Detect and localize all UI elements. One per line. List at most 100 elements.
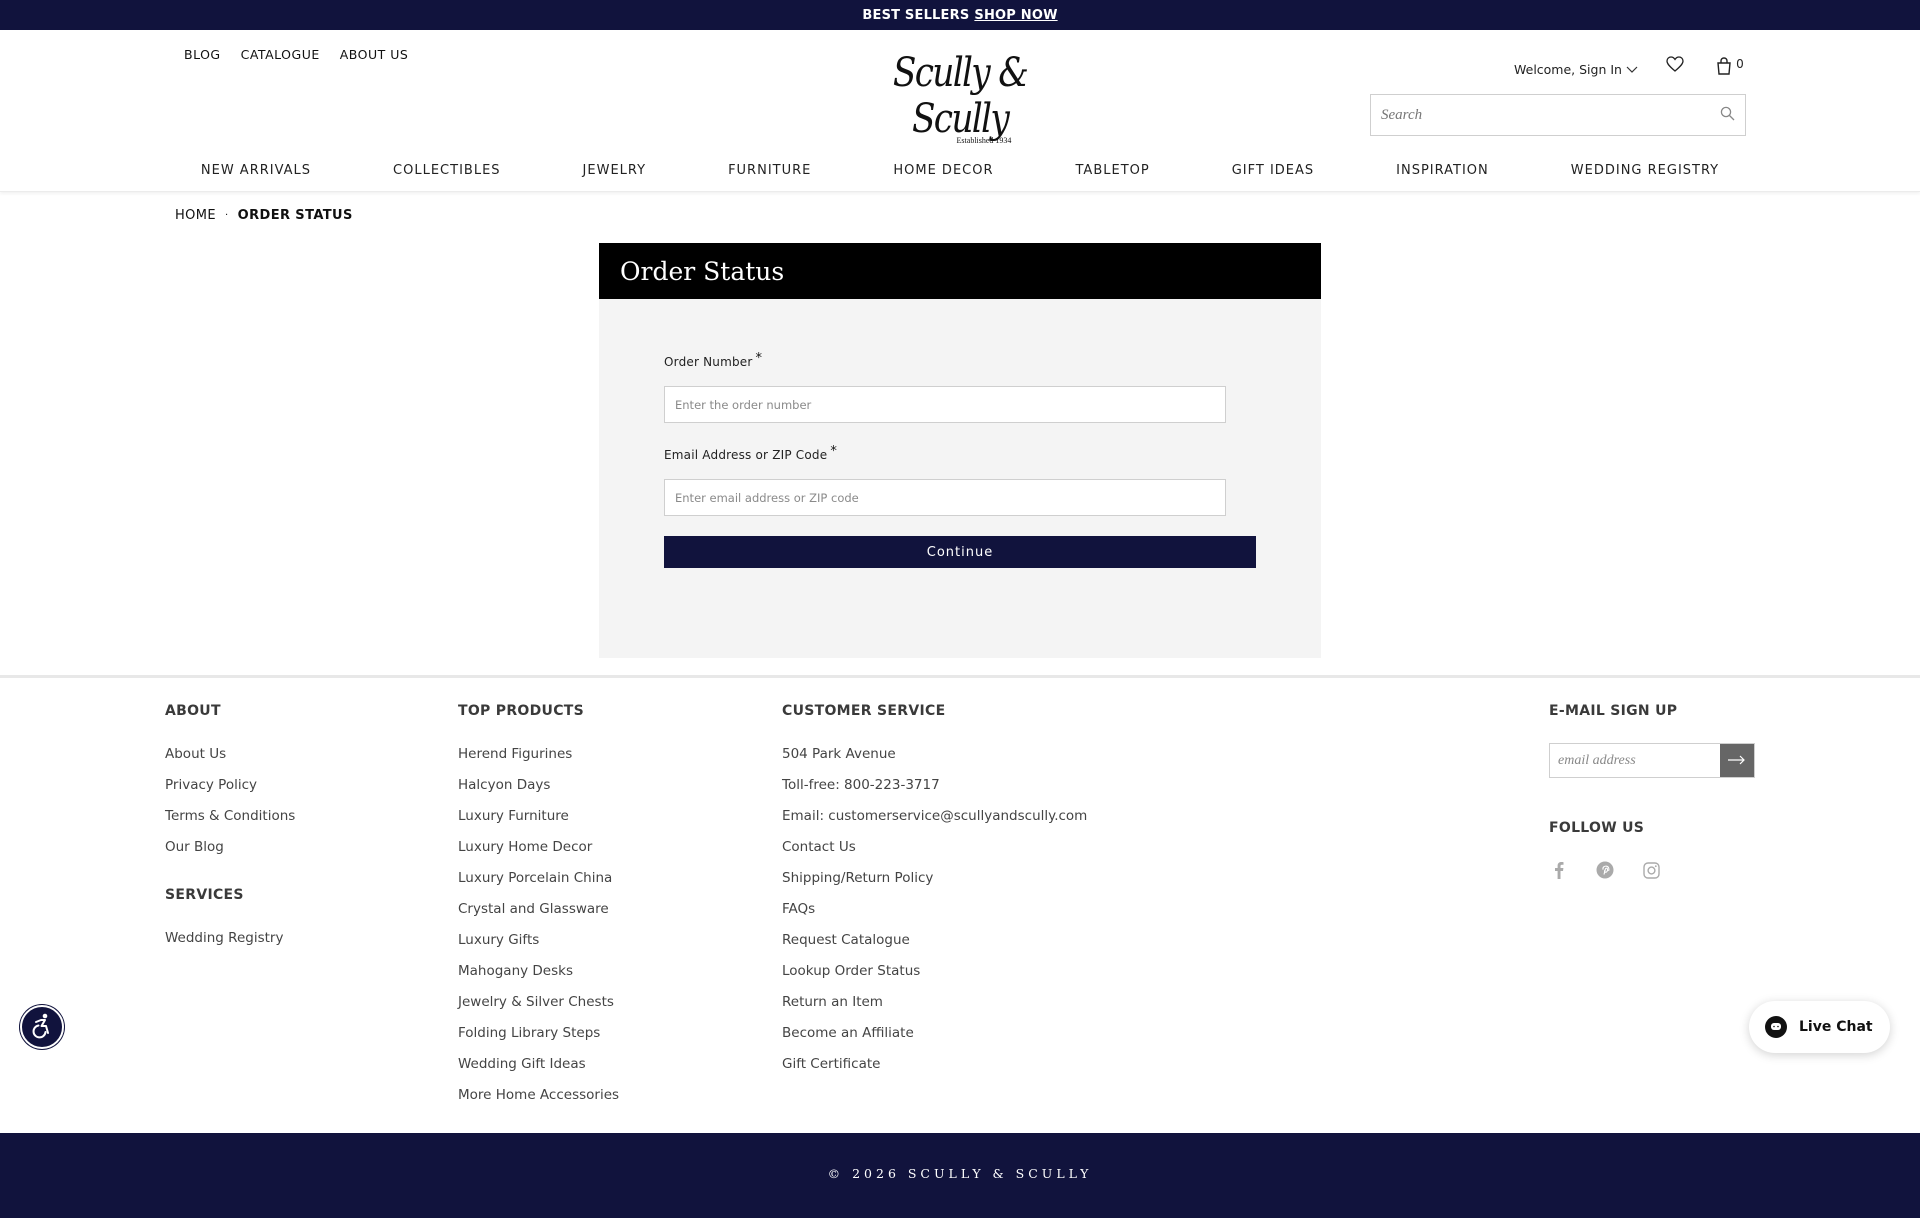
cart-count: 0 [1736,57,1744,71]
footer-customer-service-column: CUSTOMER SERVICE 504 Park Avenue Toll-fr… [782,703,1087,1087]
promo-bar: BEST SELLERS SHOP NOW [0,0,1920,30]
nav-wedding-registry[interactable]: WEDDING REGISTRY [1530,163,1760,178]
continue-button[interactable]: Continue [664,536,1256,568]
email-signup-submit-button[interactable] [1720,744,1754,777]
footer-about-heading: ABOUT [165,703,221,719]
footer-services-heading: SERVICES [165,887,244,903]
breadcrumb-home[interactable]: HOME [175,208,216,223]
footer-link[interactable]: Halcyon Days [458,777,619,808]
search-box [1370,94,1746,136]
copyright-bar: © 2026 SCULLY & SCULLY [0,1133,1920,1218]
footer-follow-us-column: FOLLOW US [1549,820,1644,863]
order-number-label: Order Number * [664,351,762,370]
order-number-field[interactable] [664,386,1226,423]
required-mark: * [755,351,763,366]
nav-home-decor[interactable]: HOME DECOR [852,163,1034,178]
copyright-text: © 2026 SCULLY & SCULLY [827,1166,1093,1181]
footer-link[interactable]: Mahogany Desks [458,963,619,994]
email-signup-input[interactable] [1550,744,1720,777]
instagram-icon[interactable] [1641,860,1661,880]
heart-icon [1666,56,1684,76]
page-title: Order Status [599,243,1321,299]
footer-link[interactable]: Gift Certificate [782,1056,1087,1087]
search-icon[interactable] [1720,106,1735,125]
search-input[interactable] [1381,106,1720,124]
footer-email-signup-heading: E-MAIL SIGN UP [1549,703,1678,719]
footer-link[interactable]: Become an Affiliate [782,1025,1087,1056]
facebook-icon[interactable] [1549,860,1569,880]
about-us-link[interactable]: ABOUT US [340,47,409,62]
footer-top-products-heading: TOP PRODUCTS [458,703,585,719]
email-zip-field[interactable] [664,479,1226,516]
footer-follow-us-heading: FOLLOW US [1549,820,1645,836]
promo-text: BEST SELLERS [862,7,970,23]
nav-jewelry[interactable]: JEWELRY [542,163,688,178]
utility-links: BLOG CATALOGUE ABOUT US [184,47,408,62]
footer-link[interactable]: Herend Figurines [458,746,619,777]
footer-link[interactable]: Lookup Order Status [782,963,1087,994]
breadcrumb-current: ORDER STATUS [237,208,353,223]
footer-link[interactable]: Our Blog [165,839,295,870]
shopping-bag-icon [1716,56,1732,78]
social-links [1549,860,1661,880]
footer-phone[interactable]: Toll-free: 800-223-3717 [782,777,1087,808]
email-zip-label-text: Email Address or ZIP Code [664,448,828,462]
footer-email[interactable]: Email: customerservice@scullyandscully.c… [782,808,1087,839]
nav-tabletop[interactable]: TABLETOP [1035,163,1191,178]
footer-about-column: ABOUT About Us Privacy Policy Terms & Co… [165,703,295,961]
footer-divider [0,675,1920,678]
breadcrumb: HOME · ORDER STATUS [175,208,353,223]
account-label: Welcome, Sign In [1514,62,1622,77]
pinterest-icon[interactable] [1595,860,1615,880]
footer-link[interactable]: Wedding Gift Ideas [458,1056,619,1087]
catalogue-link[interactable]: CATALOGUE [241,47,320,62]
footer-link[interactable]: Luxury Porcelain China [458,870,619,901]
footer-link[interactable]: More Home Accessories [458,1087,619,1118]
logo-wordmark: Scully & Scully [892,50,1029,142]
footer-link[interactable]: About Us [165,746,295,777]
nav-inspiration[interactable]: INSPIRATION [1355,163,1530,178]
arrow-right-icon [1728,753,1746,768]
footer-link[interactable]: Luxury Gifts [458,932,619,963]
footer-link[interactable]: FAQs [782,901,1087,932]
live-chat-button[interactable]: Live Chat [1749,1001,1890,1053]
footer-link[interactable]: Folding Library Steps [458,1025,619,1056]
footer-link[interactable]: Luxury Home Decor [458,839,619,870]
footer-link[interactable]: Luxury Furniture [458,808,619,839]
footer-customer-service-heading: CUSTOMER SERVICE [782,703,946,719]
nav-new-arrivals[interactable]: NEW ARRIVALS [160,163,352,178]
footer-link[interactable]: Crystal and Glassware [458,901,619,932]
site-logo[interactable]: Scully & Scully Established 1934 [860,50,1060,145]
footer-link[interactable]: Contact Us [782,839,1087,870]
order-number-label-text: Order Number [664,355,753,369]
cart-button[interactable]: 0 [1712,56,1748,78]
footer-link[interactable]: Terms & Conditions [165,808,295,839]
footer-email-signup-column: E-MAIL SIGN UP [1549,703,1677,746]
required-mark: * [830,444,838,459]
chevron-down-icon [1626,62,1638,77]
footer-link[interactable]: Return an Item [782,994,1087,1025]
wishlist-button[interactable] [1664,56,1686,76]
nav-gift-ideas[interactable]: GIFT IDEAS [1191,163,1355,178]
account-menu[interactable]: Welcome, Sign In [1514,62,1638,77]
accessibility-icon [28,1011,56,1043]
order-status-panel: Order Status Order Number* Email Address… [599,243,1321,658]
footer-top-products-column: TOP PRODUCTS Herend Figurines Halcyon Da… [458,703,619,1118]
shop-now-link[interactable]: SHOP NOW [974,8,1057,23]
accessibility-button[interactable] [20,1005,64,1049]
live-chat-label: Live Chat [1799,1019,1873,1035]
footer-link[interactable]: Shipping/Return Policy [782,870,1087,901]
email-signup-form [1549,743,1755,778]
main-navigation: NEW ARRIVALS COLLECTIBLES JEWELRY FURNIT… [0,150,1920,192]
blog-link[interactable]: BLOG [184,47,221,62]
footer-address: 504 Park Avenue [782,746,896,762]
breadcrumb-separator: · [225,210,229,221]
nav-furniture[interactable]: FURNITURE [687,163,852,178]
nav-collectibles[interactable]: COLLECTIBLES [352,163,542,178]
footer-link[interactable]: Jewelry & Silver Chests [458,994,619,1025]
footer-link[interactable]: Wedding Registry [165,930,295,961]
email-zip-label: Email Address or ZIP Code * [664,444,837,463]
chat-bubble-icon [1765,1016,1787,1038]
footer-link[interactable]: Request Catalogue [782,932,1087,963]
footer-link[interactable]: Privacy Policy [165,777,295,808]
